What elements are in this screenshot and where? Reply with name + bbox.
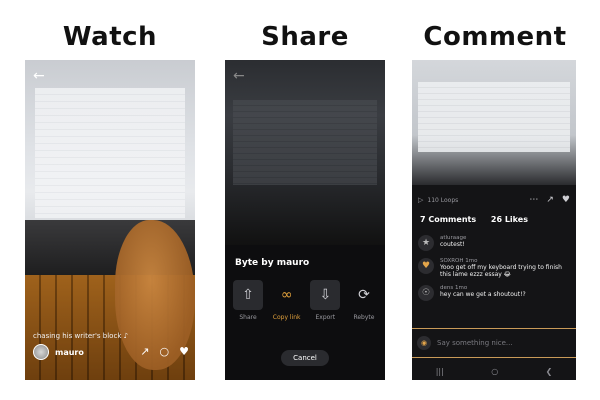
home-icon[interactable]: ○ (491, 367, 498, 376)
recents-icon[interactable]: ||| (436, 367, 444, 376)
comment-text: Yooo get off my keyboard trying to finis… (440, 264, 562, 279)
share-sheet-title: Byte by mauro (235, 258, 310, 268)
rebyte-icon: ⟳ (358, 287, 370, 303)
avatar[interactable]: ♥ (418, 258, 434, 274)
share-heading: Share (261, 22, 349, 52)
share-option-label: Share (239, 314, 257, 321)
loops-count: 110 Loops (427, 196, 459, 204)
avatar[interactable] (33, 344, 49, 360)
heart-icon[interactable]: ♥ (562, 195, 570, 205)
video-thumbnail (412, 60, 576, 185)
watch-heading: Watch (62, 22, 158, 52)
loop-icon: ▷ (418, 196, 424, 204)
share-sheet: Byte by mauro ⇧ Share ∞ Copy link ⇩ Expo… (225, 248, 385, 380)
username[interactable]: mauro (55, 348, 84, 357)
video-caption: chasing his writer's block ♪ (33, 332, 129, 340)
likes-count[interactable]: 26 Likes (491, 215, 528, 224)
android-nav-bar: ||| ○ ❮ (412, 362, 576, 380)
share-icon[interactable]: ↗ (140, 345, 149, 358)
video-actions: ↗ ○ ♥ (140, 345, 189, 358)
comment-heading: Comment (423, 22, 567, 52)
avatar[interactable]: ☉ (418, 285, 434, 302)
comments-count: 7 Comments (420, 215, 477, 224)
share-screen: ← Byte by mauro ⇧ Share ∞ Copy link ⇩ Ex… (225, 60, 385, 380)
share-option-label: Export (315, 314, 336, 321)
comment-text: hey can we get a shoutout!? (440, 291, 526, 299)
download-icon: ⇩ (310, 280, 341, 310)
watch-screen: ← chasing his writer's block ♪ mauro ↗ ○… (25, 60, 195, 380)
comment-input-box: ◉ (412, 328, 576, 358)
comment-icon[interactable]: ○ (160, 345, 170, 358)
share-option-label: Copy link (272, 314, 301, 321)
back-icon[interactable]: ❮ (546, 367, 553, 376)
share-upload-icon: ⇧ (233, 280, 263, 310)
heart-icon[interactable]: ♥ (179, 345, 189, 358)
comment-list: ★ atluraage coutest! ♥ SOXROH 1mo Yooo g… (418, 235, 572, 308)
back-arrow-icon[interactable]: ← (233, 68, 245, 84)
avatar[interactable]: ★ (418, 235, 434, 251)
video-bar: ▷ 110 Loops ⋯ ↗ ♥ (412, 190, 576, 210)
share-option-label: Rebyte (353, 314, 375, 321)
list-item: ★ atluraage coutest! (418, 235, 572, 251)
engagement-counts: 7 Comments 26 Likes (420, 215, 540, 224)
avatar: ◉ (417, 336, 431, 350)
back-arrow-icon[interactable]: ← (33, 68, 45, 84)
share-icon[interactable]: ↗ (546, 195, 554, 205)
link-icon: ∞ (280, 287, 293, 303)
dimmed-video (225, 60, 385, 245)
list-item: ♥ SOXROH 1mo Yooo get off my keyboard tr… (418, 258, 572, 278)
list-item: ☉ dens 1mo hey can we get a shoutout!? (418, 285, 572, 302)
share-options: ⇧ Share ∞ Copy link ⇩ Export ⟳ Rebyte (231, 280, 381, 321)
comment-text: coutest! (440, 241, 465, 248)
comment-input[interactable] (437, 339, 557, 347)
more-icon[interactable]: ⋯ (529, 195, 538, 205)
share-option-export[interactable]: ⇩ Export (308, 280, 342, 321)
share-option-rebyte[interactable]: ⟳ Rebyte (347, 280, 381, 321)
cancel-button[interactable]: Cancel (281, 350, 329, 366)
comment-screen: ▷ 110 Loops ⋯ ↗ ♥ 7 Comments 26 Likes ★ … (412, 60, 576, 380)
share-option-copy-link[interactable]: ∞ Copy link (270, 280, 304, 321)
share-option-share[interactable]: ⇧ Share (231, 280, 265, 321)
